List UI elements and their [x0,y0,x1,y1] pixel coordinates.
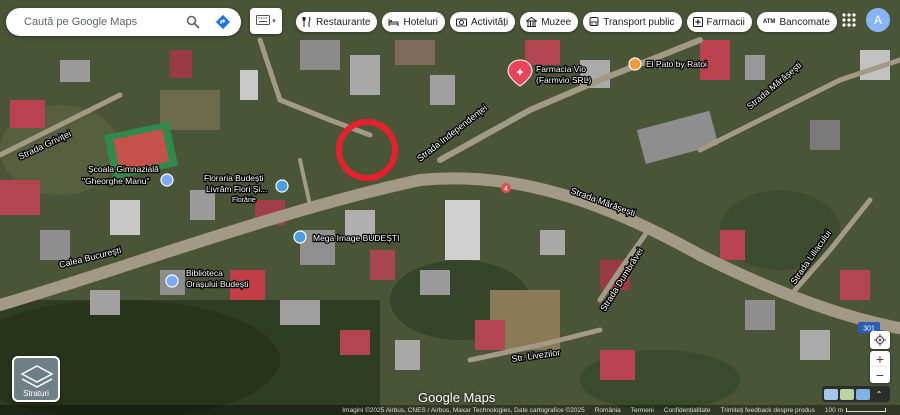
poi-school-name-2: "Gheorghe Manu" [82,176,149,186]
atm-icon: ATM [762,19,776,25]
google-maps-logo: Google Maps [418,390,496,405]
terrain-tile[interactable] [824,388,838,400]
scale-bar[interactable]: 100 m [825,407,886,414]
poi-farmacia-name-2: (Farmvio SRL) [536,75,591,85]
chip-label: Transport public [603,16,675,28]
chip-farmacii[interactable]: Farmacii [686,12,752,32]
poi-biblioteca-name-1: Biblioteca [186,268,223,278]
chip-activitati[interactable]: Activități [449,12,516,32]
location-button[interactable] [870,331,890,349]
chip-hoteluri[interactable]: Hoteluri [382,12,445,32]
map-footer: Imagini ©2025 Airbus, CNES / Airbus, Max… [0,405,900,415]
pharmacy-icon [692,17,703,27]
attribution-text: Imagini ©2025 Airbus, CNES / Airbus, Max… [342,406,585,414]
chip-restaurante[interactable]: Restaurante [296,12,378,32]
bed-icon [388,19,399,26]
chip-label: Muzee [541,16,572,28]
search-input[interactable]: Caută pe Google Maps [24,16,181,28]
category-chips: Restaurante Hoteluri Activități Muzee Tr… [296,12,838,32]
search-icon[interactable] [181,10,205,34]
keyboard-button[interactable]: ▾ [250,8,282,34]
chevron-down-icon: ▾ [272,18,276,25]
poi-florarie-category: Florărie [232,197,256,204]
layers-button[interactable]: Straturi [12,356,60,402]
chip-transport-public[interactable]: Transport public [583,12,682,32]
chip-muzee[interactable]: Muzee [520,12,579,32]
search-box[interactable]: Caută pe Google Maps [6,8,241,36]
scale-line [846,408,886,412]
plus-icon: + [875,351,885,367]
layers-icon [20,365,54,388]
poi-florarie-name-1: Floraria Budești [204,173,264,183]
directions-icon[interactable] [211,10,235,34]
camera-icon [455,18,467,27]
poi-mega-image-name: Mega Image BUDEȘTI [313,233,399,243]
account-avatar[interactable]: A [866,8,890,32]
minus-icon: − [875,367,885,383]
feedback-link[interactable]: Trimiteți feedback despre produs [721,407,815,414]
traffic-tile[interactable] [840,388,854,400]
poi-el-pato-name: El Pato by Ratoi [646,59,707,69]
keyboard-icon [256,12,271,30]
transit-tile[interactable] [856,388,870,400]
poi-farmacia-vio[interactable]: ✚ Farmacia Vio (Farmvio SRL) [507,59,593,87]
chip-label: Hoteluri [403,16,438,28]
map-type-tiles[interactable]: ⌃ [822,386,890,402]
zoom-out-button[interactable]: − [870,367,890,383]
chip-bancomate[interactable]: ATM Bancomate [756,12,838,32]
chip-label: Farmacii [706,16,745,28]
privacy-link[interactable]: Confidențialitate [664,407,711,414]
museum-icon [526,17,538,27]
scale-label: 100 m [824,406,843,414]
apps-grid-icon [842,13,856,27]
country-link[interactable]: România [595,407,621,414]
expand-icon[interactable]: ⌃ [872,389,886,400]
route-shield-4: 4 [501,183,511,193]
svg-text:4: 4 [504,186,508,193]
my-location-icon [874,334,886,346]
poi-biblioteca-name-2: Orașului Budești [186,279,248,289]
apps-grid-button[interactable] [840,11,858,29]
svg-text:✚: ✚ [517,68,524,77]
chip-label: Restaurante [316,16,371,28]
chip-label: Activități [470,16,509,28]
fork-knife-icon [302,17,311,27]
satellite-map[interactable]: Calea Bucureşti Strada Independenței Str… [0,0,900,415]
bus-icon [589,17,599,26]
terms-link[interactable]: Termeni [631,407,654,414]
chip-label: Bancomate [779,16,831,28]
layers-label: Straturi [23,389,49,398]
poi-school-name-1: Școala Gimnazială [88,164,159,174]
poi-florarie-name-2: Livrăm Flori Și... [206,184,267,194]
zoom-in-button[interactable]: + [870,351,890,367]
poi-farmacia-name-1: Farmacia Vio [536,64,586,74]
